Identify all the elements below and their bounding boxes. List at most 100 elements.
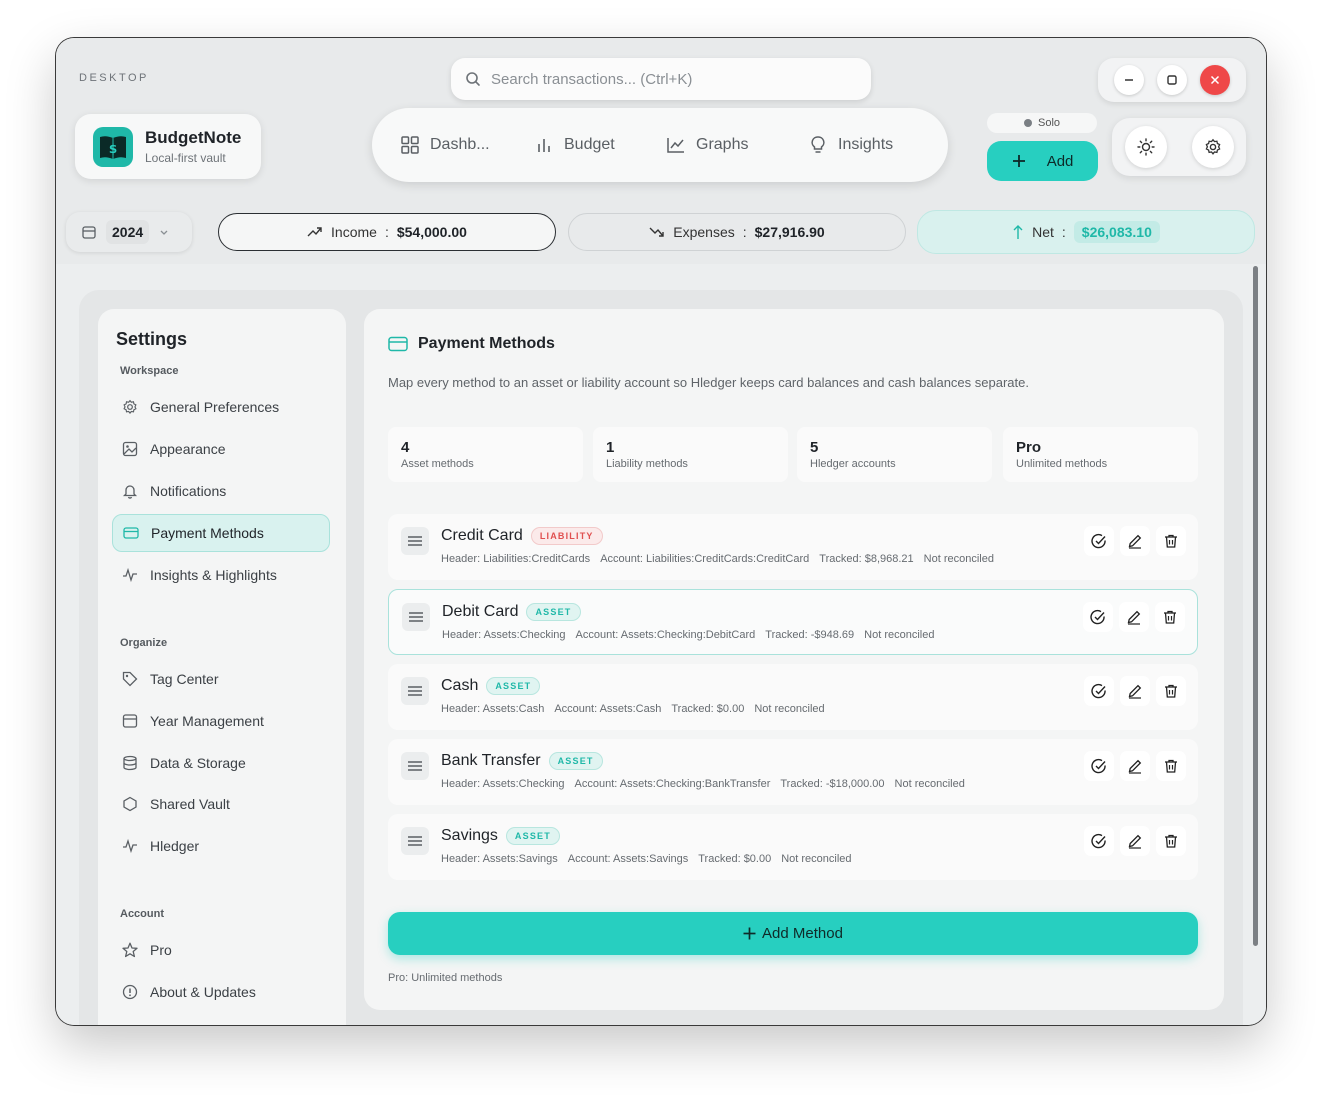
delete-button[interactable] [1156,676,1186,706]
trend-up-icon [307,227,322,237]
lightbulb-icon [811,136,825,153]
sidebar-item-label: About & Updates [150,984,256,1000]
delete-button[interactable] [1156,751,1186,781]
reconcile-button[interactable] [1084,751,1114,781]
drag-handle-icon[interactable] [401,827,429,855]
sidebar-item-label: Payment Methods [151,525,264,541]
expenses-label: Expenses [673,224,735,240]
search-bar[interactable] [451,58,871,100]
mode-label: Solo [1037,117,1061,129]
year-selector[interactable]: 2024 [66,212,192,252]
check-circle-icon [1090,609,1105,625]
drag-handle-icon[interactable] [401,752,429,780]
method-status: Not reconciled [781,853,852,865]
sidebar-item-pro[interactable]: Pro [112,931,330,969]
sidebar-item-label: Shared Vault [150,796,230,812]
sidebar-item-year-management[interactable]: Year Management [112,702,330,740]
edit-button[interactable] [1120,826,1150,856]
method-title: Debit Card ASSET [442,603,581,621]
sidebar-item-payment-methods[interactable]: Payment Methods [112,514,330,552]
reconcile-button[interactable] [1084,526,1114,556]
theme-toggle-button[interactable] [1124,126,1167,168]
method-name: Bank Transfer [441,752,541,769]
tag-icon [122,671,138,687]
sidebar-item-appearance[interactable]: Appearance [112,430,330,468]
window-controls [1098,58,1246,102]
add-method-label: Add Method [762,925,843,942]
card-icon [388,336,408,352]
line-chart-icon [667,138,684,153]
delete-button[interactable] [1156,526,1186,556]
add-button-label: Add [1046,152,1074,170]
method-row-savings[interactable]: Savings ASSET Header: Assets:Savings Acc… [388,814,1198,880]
reconcile-button[interactable] [1083,602,1113,632]
add-method-button[interactable]: Add Method [388,912,1198,955]
trash-icon [1165,834,1177,848]
nav-budget[interactable]: Budget [518,120,646,170]
edit-button[interactable] [1120,751,1150,781]
add-button[interactable]: Add [987,141,1098,181]
section-account: Account [120,908,164,920]
expenses-summary[interactable]: Expenses : $27,916.90 [568,213,906,251]
sidebar-item-general-preferences[interactable]: General Preferences [112,388,330,426]
method-row-cash[interactable]: Cash ASSET Header: Assets:Cash Account: … [388,664,1198,730]
nav-insights[interactable]: Insights [792,120,932,170]
income-summary[interactable]: Income : $54,000.00 [218,213,556,251]
info-icon [122,984,138,1000]
drag-handle-icon[interactable] [402,603,430,631]
main-nav: Dashb... Budget Graphs Insights [372,108,948,182]
settings-button[interactable] [1191,126,1234,168]
net-summary[interactable]: Net : $26,083.10 [917,210,1255,254]
sidebar-item-hledger[interactable]: Hledger [112,827,330,865]
plus-icon [743,927,756,940]
edit-button[interactable] [1120,526,1150,556]
edit-button[interactable] [1120,676,1150,706]
method-row-debit-card[interactable]: Debit Card ASSET Header: Assets:Checking… [388,589,1198,655]
nav-graphs[interactable]: Graphs [650,120,788,170]
minimize-button[interactable] [1114,65,1145,95]
method-row-bank-transfer[interactable]: Bank Transfer ASSET Header: Assets:Check… [388,739,1198,805]
reconcile-button[interactable] [1084,826,1114,856]
scrollbar[interactable] [1253,266,1258,946]
mode-indicator[interactable]: Solo [987,113,1097,133]
maximize-button[interactable] [1156,65,1187,95]
page-title: Payment Methods [418,335,555,352]
sidebar-item-notifications[interactable]: Notifications [112,472,330,510]
search-input[interactable] [491,70,831,88]
drag-handle-icon[interactable] [401,677,429,705]
nav-dashboard[interactable]: Dashb... [384,120,514,170]
method-row-credit-card[interactable]: Credit Card LIABILITY Header: Liabilitie… [388,514,1198,580]
close-button[interactable] [1199,65,1230,95]
method-tracked: Tracked: $0.00 [671,703,745,715]
brand-subtitle: Local-first vault [145,151,226,165]
expenses-value: $27,916.90 [754,224,825,240]
method-header: Header: Assets:Checking [441,778,565,790]
drag-handle-icon[interactable] [401,527,429,555]
pencil-icon [1127,610,1141,625]
app-window: DESKTOP $ BudgetNote Local-f [56,38,1266,1025]
method-tracked: Tracked: -$948.69 [765,629,855,641]
status-dot [1023,119,1032,127]
edit-button[interactable] [1119,602,1149,632]
bell-icon [122,485,138,499]
stat-plan: Pro Unlimited methods [1003,427,1198,482]
delete-button[interactable] [1156,826,1186,856]
payment-methods-card: Payment Methods Map every method to an a… [364,309,1224,1010]
method-header: Header: Assets:Savings [441,853,558,865]
method-header: Header: Assets:Cash [441,703,545,715]
method-account: Account: Assets:Cash [554,703,662,715]
check-circle-icon [1091,833,1106,849]
nav-label: Dashb... [430,136,490,153]
trash-icon [1165,759,1177,773]
sidebar-item-tag-center[interactable]: Tag Center [112,660,330,698]
pencil-icon [1128,759,1142,774]
method-status: Not reconciled [754,703,825,715]
trash-icon [1164,610,1176,624]
delete-button[interactable] [1155,602,1185,632]
sidebar-item-insights-highlights[interactable]: Insights & Highlights [112,556,330,594]
method-name: Debit Card [442,603,519,620]
sidebar-item-data-storage[interactable]: Data & Storage [112,744,330,782]
reconcile-button[interactable] [1084,676,1114,706]
sidebar-item-about-updates[interactable]: About & Updates [112,973,330,1011]
sidebar-item-shared-vault[interactable]: Shared Vault [112,785,330,823]
